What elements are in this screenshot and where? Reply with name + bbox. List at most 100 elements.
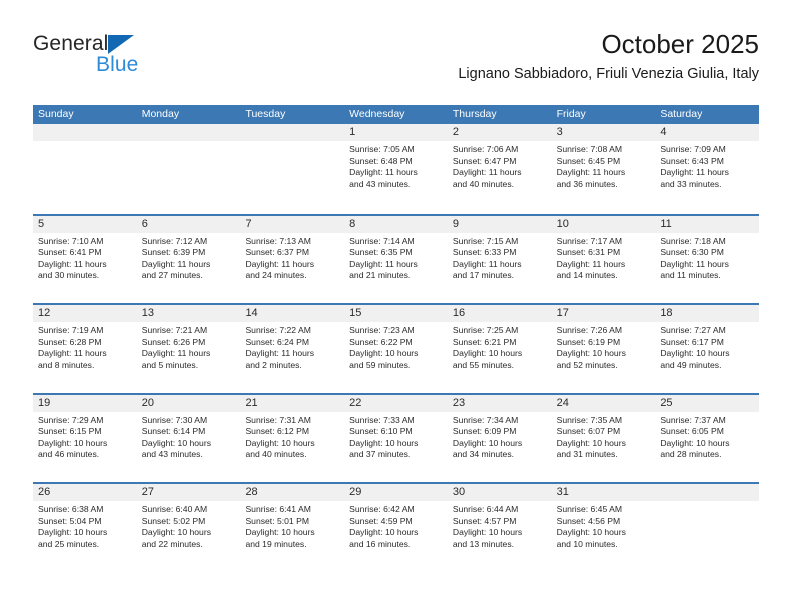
day-cell-4[interactable]: 4 Sunrise: 7:09 AM Sunset: 6:43 PM Daylight… — [655, 124, 760, 214]
day-number: 10 — [556, 217, 569, 230]
day-cell-28[interactable]: 28 Sunrise: 6:41 AM Sunset: 5:01 PM Dayligh… — [240, 484, 345, 572]
day-detail-line: Sunset: 4:56 PM — [556, 515, 621, 526]
day-number: 4 — [660, 126, 667, 138]
day-detail-line: and 2 minutes. — [245, 359, 302, 370]
day-number: 23 — [452, 396, 466, 409]
day-cell-9[interactable]: 9 Sunrise: 7:15 AM Sunset: 6:33 PM Daylight… — [447, 215, 552, 303]
day-cell-8[interactable]: 8 Sunrise: 7:14 AM Sunset: 6:35 PM Daylight… — [344, 215, 448, 303]
day-detail-line: Daylight: 11 hours — [556, 258, 626, 269]
day-detail-line: and 11 minutes. — [660, 270, 721, 281]
day-details: Sunrise: 7:08 AM Sunset: 6:45 PM Daylight:… — [552, 141, 656, 190]
day-cell-25[interactable]: 25 Sunrise: 7:37 AM Sunset: 6:05 PM Dayligh… — [655, 394, 760, 482]
day-cell-12[interactable]: 12 Sunrise: 7:19 AM Sunset: 6:28 PM Dayligh… — [33, 305, 137, 393]
day-cell-24[interactable]: 24 Sunrise: 7:35 AM Sunset: 6:07 PM Dayligh… — [551, 394, 656, 482]
day-cell-1[interactable]: 1 Sunrise: 7:05 AM Sunset: 6:48 PM Daylight… — [344, 124, 448, 214]
day-details — [240, 141, 344, 144]
day-cell-31[interactable]: 31 Sunrise: 6:45 AM Sunset: 4:56 PM Dayligh… — [551, 484, 656, 572]
day-detail-line: Sunset: 5:02 PM — [141, 515, 206, 526]
day-cell-14[interactable]: 14 Sunrise: 7:22 AM Sunset: 6:24 PM Dayligh… — [240, 305, 345, 393]
day-cell-29[interactable]: 29 Sunrise: 6:42 AM Sunset: 4:59 PM Dayligh… — [344, 484, 448, 572]
day-cell-22[interactable]: 22 Sunrise: 7:33 AM Sunset: 6:10 PM Dayligh… — [344, 394, 448, 482]
day-detail-line: Daylight: 11 hours — [245, 258, 315, 269]
day-detail-line: Sunrise: 6:45 AM — [556, 504, 623, 514]
brand-logo[interactable]: General Blue — [33, 32, 253, 90]
day-number-band: 25 — [655, 394, 760, 412]
day-cell-20[interactable]: 20 Sunrise: 7:30 AM Sunset: 6:14 PM Dayligh… — [136, 394, 241, 482]
day-cell-21[interactable]: 21 Sunrise: 7:31 AM Sunset: 6:12 PM Dayligh… — [240, 394, 345, 482]
day-cell-3[interactable]: 3 Sunrise: 7:08 AM Sunset: 6:45 PM Daylight… — [551, 124, 656, 214]
day-detail-line: Sunset: 6:10 PM — [349, 426, 413, 437]
day-detail-line: and 46 minutes. — [38, 449, 100, 460]
day-detail-line: Sunset: 6:26 PM — [141, 336, 206, 347]
day-number: 2 — [452, 126, 459, 138]
weekday-header-row: Sunday Monday Tuesday Wednesday Thursday Frid… — [33, 105, 759, 124]
day-cell-6[interactable]: 6 Sunrise: 7:12 AM Sunset: 6:39 PM Daylight… — [136, 215, 241, 303]
day-number-band: 19 — [33, 394, 137, 412]
day-number-band: 18 — [655, 305, 760, 322]
day-cell-27[interactable]: 27 Sunrise: 6:40 AM Sunset: 5:02 PM Dayligh… — [136, 484, 241, 572]
day-cell-10[interactable]: 10 Sunrise: 7:17 AM Sunset: 6:31 PM Dayligh… — [551, 215, 656, 303]
calendar-grid: Sunday Monday Tuesday Wednesday Thursday Frid… — [33, 105, 760, 572]
day-number-band: 30 — [447, 484, 552, 501]
day-details: Sunrise: 7:27 AM Sunset: 6:17 PM Daylight:… — [655, 322, 759, 371]
day-detail-line: and 55 minutes. — [452, 359, 515, 370]
day-details: Sunrise: 7:37 AM Sunset: 6:05 PM Daylight:… — [655, 412, 759, 461]
day-detail-line: and 31 minutes. — [556, 449, 618, 460]
day-details: Sunrise: 7:29 AM Sunset: 6:15 PM Daylight:… — [33, 412, 137, 461]
day-detail-line: and 40 minutes. — [245, 449, 307, 460]
day-detail-line: and 27 minutes. — [141, 270, 203, 281]
day-detail-line: Sunset: 6:05 PM — [660, 426, 724, 437]
day-detail-line: Sunrise: 6:40 AM — [141, 504, 208, 514]
day-details: Sunrise: 7:15 AM Sunset: 6:33 PM Daylight:… — [448, 233, 552, 282]
day-number-band: 3 — [551, 124, 656, 141]
day-cell-23[interactable]: 23 Sunrise: 7:34 AM Sunset: 6:09 PM Dayligh… — [447, 394, 552, 482]
day-number: 19 — [38, 396, 51, 409]
day-cell-30[interactable]: 30 Sunrise: 6:44 AM Sunset: 4:57 PM Dayligh… — [447, 484, 552, 572]
day-cell-2[interactable]: 2 Sunrise: 7:06 AM Sunset: 6:47 PM Daylight… — [447, 124, 552, 214]
day-number: 25 — [660, 396, 673, 409]
day-cell-16[interactable]: 16 Sunrise: 7:25 AM Sunset: 6:21 PM Dayligh… — [447, 305, 552, 393]
day-cell-empty — [33, 124, 137, 214]
day-number-band: 17 — [551, 305, 656, 322]
day-detail-line: Daylight: 11 hours — [556, 167, 626, 178]
day-cell-7[interactable]: 7 Sunrise: 7:13 AM Sunset: 6:37 PM Daylight… — [240, 215, 345, 303]
day-cell-19[interactable]: 19 Sunrise: 7:29 AM Sunset: 6:15 PM Dayligh… — [33, 394, 137, 482]
day-number: 28 — [245, 486, 258, 498]
day-number-band: 14 — [240, 305, 345, 322]
day-detail-line: and 16 minutes. — [349, 538, 411, 549]
day-cell-13[interactable]: 13 Sunrise: 7:21 AM Sunset: 6:26 PM Dayligh… — [136, 305, 241, 393]
day-details — [33, 141, 137, 144]
day-cell-11[interactable]: 11 Sunrise: 7:18 AM Sunset: 6:30 PM Dayligh… — [655, 215, 760, 303]
day-detail-line: Sunrise: 7:26 AM — [556, 325, 623, 335]
day-cell-15[interactable]: 15 Sunrise: 7:23 AM Sunset: 6:22 PM Dayligh… — [344, 305, 448, 393]
day-number-band: 22 — [344, 394, 448, 412]
day-detail-line: Sunrise: 7:21 AM — [141, 325, 208, 335]
day-detail-line: Sunset: 6:07 PM — [556, 426, 621, 437]
day-detail-line: and 52 minutes. — [556, 359, 618, 370]
day-cell-5[interactable]: 5 Sunrise: 7:10 AM Sunset: 6:41 PM Daylight… — [33, 215, 137, 303]
day-detail-line: Sunset: 6:31 PM — [556, 247, 621, 258]
day-detail-line: Sunset: 5:04 PM — [38, 515, 102, 526]
day-detail-line: Daylight: 11 hours — [141, 258, 211, 269]
day-number: 26 — [38, 486, 51, 498]
day-detail-line: Sunset: 6:48 PM — [349, 155, 413, 166]
day-detail-line: Daylight: 11 hours — [660, 258, 729, 269]
day-detail-line: Daylight: 11 hours — [141, 348, 211, 359]
day-cell-18[interactable]: 18 Sunrise: 7:27 AM Sunset: 6:17 PM Dayligh… — [655, 305, 760, 393]
day-detail-line: and 33 minutes. — [660, 178, 722, 189]
day-detail-line: Sunrise: 7:29 AM — [38, 414, 104, 425]
day-details: Sunrise: 7:30 AM Sunset: 6:14 PM Daylight:… — [137, 412, 241, 461]
day-detail-line: Sunrise: 6:42 AM — [349, 504, 415, 514]
day-detail-line: Daylight: 10 hours — [349, 348, 419, 359]
calendar-week-row: 5 Sunrise: 7:10 AM Sunset: 6:41 PM Daylight… — [33, 213, 760, 303]
day-detail-line: Sunrise: 7:14 AM — [349, 235, 415, 246]
day-cell-26[interactable]: 26 Sunrise: 6:38 AM Sunset: 5:04 PM Dayligh… — [33, 484, 137, 572]
day-detail-line: Sunrise: 7:22 AM — [245, 325, 311, 335]
day-detail-line: and 25 minutes. — [38, 538, 100, 549]
day-detail-line: and 19 minutes. — [245, 538, 307, 549]
day-cell-17[interactable]: 17 Sunrise: 7:26 AM Sunset: 6:19 PM Dayligh… — [551, 305, 656, 393]
day-detail-line: Sunset: 6:33 PM — [452, 247, 517, 258]
day-detail-line: Sunset: 6:12 PM — [245, 426, 309, 437]
day-number: 14 — [245, 307, 258, 319]
day-details: Sunrise: 7:17 AM Sunset: 6:31 PM Daylight:… — [552, 233, 656, 282]
